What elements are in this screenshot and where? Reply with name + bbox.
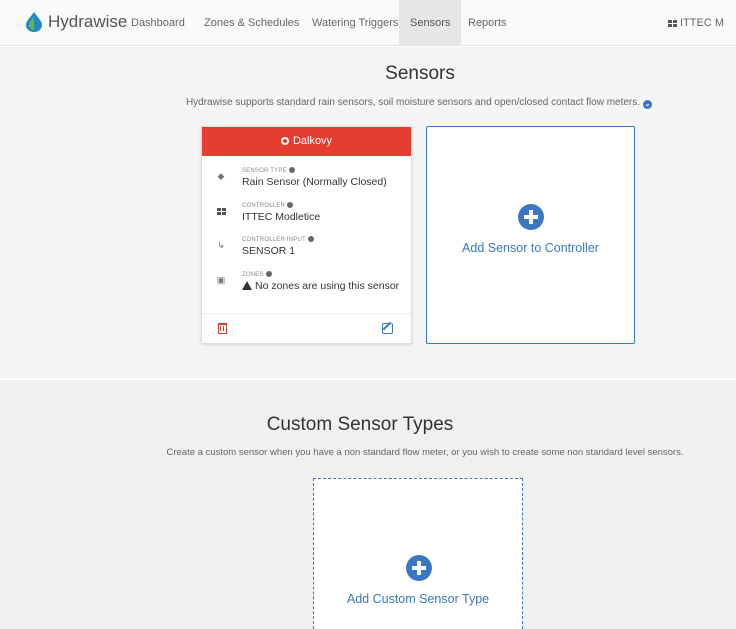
info-icon[interactable] xyxy=(265,271,272,277)
zones-value: No zones are using this sensor xyxy=(242,280,399,292)
chevron-down-circle-icon[interactable]: ⌄ xyxy=(643,100,653,109)
custom-types-title: Custom Sensor Types xyxy=(266,414,454,435)
hydrawise-logo-icon xyxy=(26,12,42,32)
sensor-card-header[interactable]: Dalkovy xyxy=(202,127,411,156)
plus-circle-icon xyxy=(518,204,544,230)
sensor-card-footer xyxy=(202,313,411,343)
brand-name: Hydrawise xyxy=(48,12,128,31)
info-icon[interactable] xyxy=(287,202,294,208)
warning-icon xyxy=(242,281,252,290)
edit-icon[interactable] xyxy=(382,323,393,334)
brand[interactable]: Hydrawise xyxy=(26,12,127,32)
controller-input-value: SENSOR 1 xyxy=(242,245,296,257)
info-icon[interactable] xyxy=(288,167,295,173)
info-icon[interactable] xyxy=(307,236,314,242)
nav-reports[interactable]: Reports xyxy=(468,0,507,46)
add-sensor-label: Add Sensor to Controller xyxy=(462,241,599,255)
controller-input-label: CONTROLLER INPUT xyxy=(242,236,314,243)
sensor-name: Dalkovy xyxy=(292,135,333,147)
plus-circle-icon xyxy=(406,555,432,581)
trash-icon[interactable] xyxy=(218,323,227,334)
nav-dashboard[interactable]: Dashboard xyxy=(131,0,185,46)
sensor-card: Dalkovy ◆ SENSOR TYPE Rain Sensor (Norma… xyxy=(201,126,412,344)
tags-icon: ◆ xyxy=(217,171,225,181)
sensor-type-value: Rain Sensor (Normally Closed) xyxy=(242,176,387,188)
controller-value: ITTEC Modletice xyxy=(242,211,321,223)
nav-sensors[interactable]: Sensors xyxy=(399,0,462,46)
add-custom-sensor-type-label: Add Custom Sensor Type xyxy=(346,592,490,606)
zones-label: ZONES xyxy=(242,271,272,278)
controller-label: CONTROLLER xyxy=(242,202,294,209)
grid-icon xyxy=(216,206,226,216)
sensor-type-label: SENSOR TYPE xyxy=(242,167,295,174)
input-arrow-icon: ↳ xyxy=(217,240,225,250)
sensors-section: Sensors Hydrawise supports standard rain… xyxy=(0,47,736,379)
account-label: ITTEC M xyxy=(680,17,724,29)
sensors-description-text: Hydrawise supports standard rain sensors… xyxy=(185,97,641,108)
nav-watering-triggers[interactable]: Watering Triggers xyxy=(312,0,398,46)
inbox-icon: ▣ xyxy=(216,275,226,285)
grid-icon xyxy=(668,20,677,27)
account-menu[interactable]: ITTEC M xyxy=(668,0,724,46)
target-icon xyxy=(280,137,289,145)
custom-sensor-types-section: Custom Sensor Types Create a custom sens… xyxy=(0,380,736,629)
top-navbar: Hydrawise Dashboard Zones & Schedules Wa… xyxy=(0,0,736,46)
nav-zones-schedules[interactable]: Zones & Schedules xyxy=(204,0,299,46)
custom-types-description: Create a custom sensor when you have a n… xyxy=(166,447,684,458)
add-sensor-button[interactable]: Add Sensor to Controller xyxy=(426,126,635,344)
page-title: Sensors xyxy=(385,63,455,84)
sensors-description: Hydrawise supports standard rain sensors… xyxy=(0,97,736,109)
add-custom-sensor-type-button[interactable]: Add Custom Sensor Type xyxy=(313,478,523,629)
